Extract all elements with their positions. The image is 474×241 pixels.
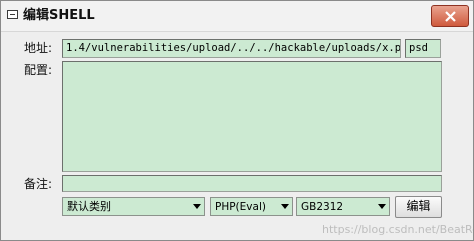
note-input[interactable] (62, 175, 442, 192)
dropdown-arrow-icon (378, 204, 386, 209)
address-input[interactable]: 1.4/vulnerabilities/upload/../../hackabl… (62, 39, 401, 58)
category-select-value: 默认类别 (67, 200, 111, 213)
close-icon (445, 11, 456, 22)
password-input[interactable]: psd (405, 39, 441, 58)
encoding-select[interactable]: GB2312 (296, 197, 390, 216)
encoding-select-value: GB2312 (301, 201, 344, 213)
config-label: 配置: (24, 63, 53, 77)
category-select[interactable]: 默认类别 (62, 197, 205, 216)
note-label: 备注: (24, 177, 53, 191)
type-select-value: PHP(Eval) (215, 201, 266, 213)
dropdown-arrow-icon (281, 204, 289, 209)
config-textarea[interactable] (62, 61, 442, 172)
window-title: 编辑SHELL (23, 8, 95, 23)
close-button[interactable] (431, 5, 469, 27)
edit-button[interactable]: 编辑 (395, 196, 442, 218)
type-select[interactable]: PHP(Eval) (210, 197, 293, 216)
dropdown-arrow-icon (193, 204, 201, 209)
edit-shell-dialog: 编辑SHELL 地址: 1.4/vulnerabilities/upload/.… (0, 0, 474, 241)
window-icon (7, 10, 18, 19)
watermark: https://blog.csdn.net/BeatRex (322, 223, 474, 236)
title-bar[interactable]: 编辑SHELL (1, 1, 473, 32)
address-label: 地址: (24, 41, 53, 55)
